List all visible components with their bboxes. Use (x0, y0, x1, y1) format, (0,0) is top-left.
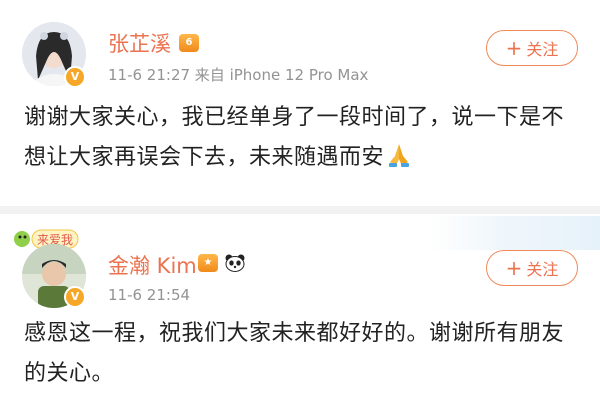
vip-level-icon: 6 (179, 34, 199, 52)
username[interactable]: 张芷溪 (108, 28, 171, 58)
plus-icon: + (505, 256, 523, 280)
post-card: 来爱我 V 金瀚 Kim ★ 11-6 21:54 + 关注 感恩这一程，祝我们… (0, 214, 600, 401)
divider (0, 206, 600, 214)
folded-hands-icon (389, 144, 410, 167)
follow-label: 关注 (526, 40, 559, 59)
verified-badge-icon: V (64, 66, 86, 88)
post-meta: 11-6 21:54 (108, 286, 191, 304)
panda-icon (225, 254, 245, 272)
post-text: 谢谢大家关心，我已经单身了一段时间了，说一下是不想让大家再误会下去，未来随遇而安 (24, 105, 565, 170)
post-text: 感恩这一程，祝我们大家未来都好好的。谢谢所有朋友的关心。 (24, 321, 565, 386)
follow-button[interactable]: + 关注 (486, 250, 578, 286)
plus-icon: + (505, 36, 523, 60)
post-content: 谢谢大家关心，我已经单身了一段时间了，说一下是不想让大家再误会下去，未来随遇而安 (24, 98, 584, 178)
post-card: V 张芷溪 6 11-6 21:27 来自 iPhone 12 Pro Max … (0, 0, 600, 214)
vip-level-icon: ★ (198, 254, 218, 272)
username[interactable]: 金瀚 Kim (108, 250, 197, 280)
follow-button[interactable]: + 关注 (486, 30, 578, 66)
post-meta: 11-6 21:27 来自 iPhone 12 Pro Max (108, 66, 369, 84)
follow-label: 关注 (526, 260, 559, 279)
verified-badge-icon: V (64, 286, 86, 308)
card-decoration (430, 216, 600, 250)
post-content: 感恩这一程，祝我们大家未来都好好的。谢谢所有朋友的关心。 (24, 314, 584, 394)
